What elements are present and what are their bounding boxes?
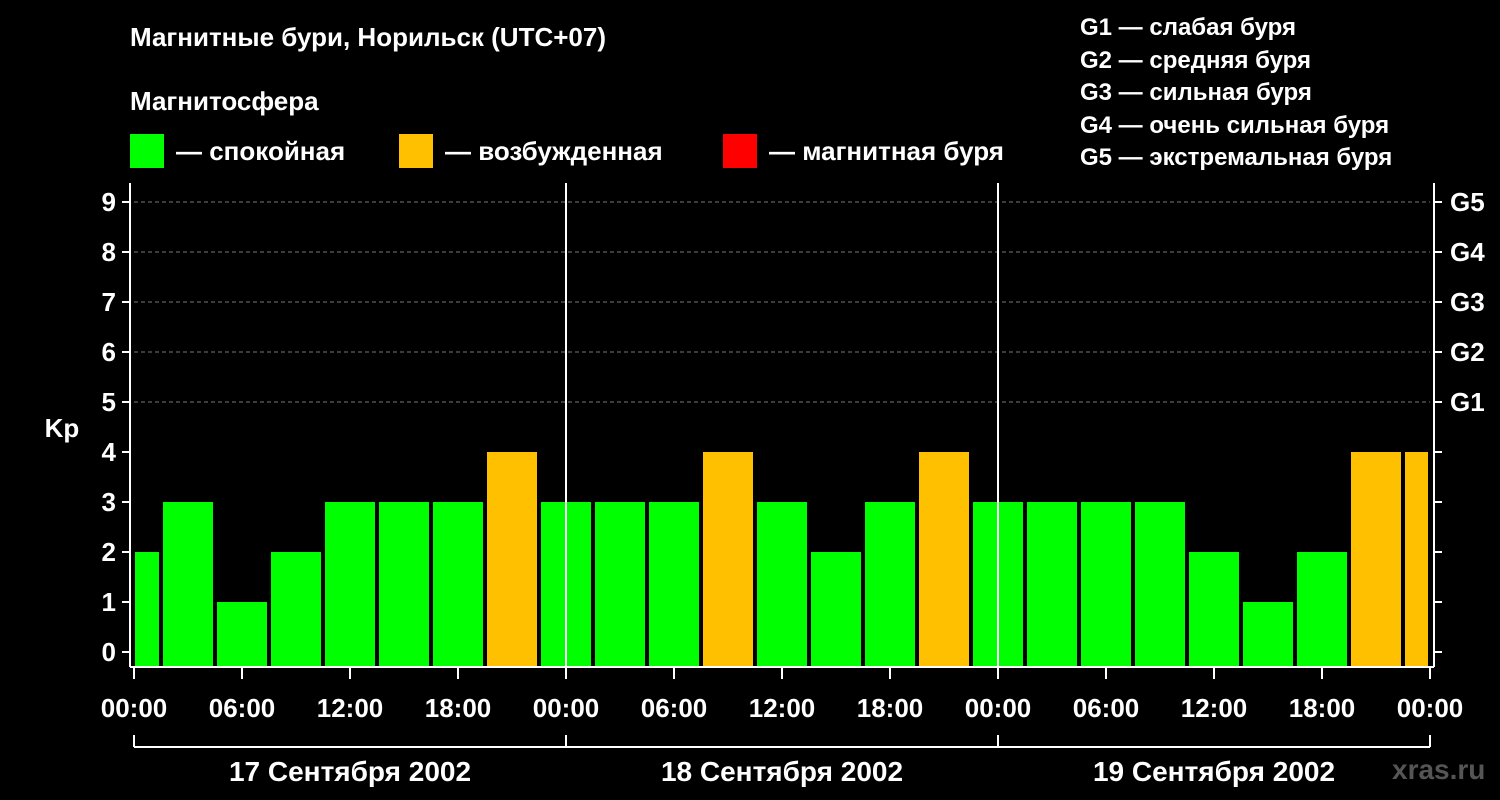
kp-bar (919, 452, 969, 667)
kp-bar (325, 502, 375, 667)
x-tick-label: 12:00 (749, 693, 816, 723)
y-axis-label: Kp (45, 413, 80, 443)
kp-bar (1405, 452, 1428, 667)
g-tick-label: G2 (1450, 337, 1485, 367)
day-label: 18 Сентября 2002 (661, 756, 903, 787)
kp-bar (649, 502, 699, 667)
y-tick-label: 3 (102, 487, 116, 517)
g-tick-label: G5 (1450, 187, 1485, 217)
kp-bar (163, 502, 213, 667)
watermark: xras.ru (1392, 754, 1486, 785)
kp-bar (379, 502, 429, 667)
y-tick-label: 6 (102, 337, 116, 367)
y-tick-label: 2 (102, 537, 116, 567)
kp-bar (757, 502, 807, 667)
x-tick-label: 12:00 (317, 693, 384, 723)
y-tick-label: 4 (102, 437, 117, 467)
kp-bar (217, 602, 267, 667)
kp-bar (595, 502, 645, 667)
kp-bar (811, 552, 861, 667)
kp-bar (865, 502, 915, 667)
kp-bar (1081, 502, 1131, 667)
x-tick-label: 06:00 (1073, 693, 1140, 723)
kp-bar (135, 552, 159, 667)
x-tick-label: 06:00 (209, 693, 276, 723)
kp-bar (1351, 452, 1401, 667)
y-tick-label: 8 (102, 237, 116, 267)
day-label: 19 Сентября 2002 (1093, 756, 1335, 787)
g-tick-label: G4 (1450, 237, 1485, 267)
kp-bar (1189, 552, 1239, 667)
y-tick-label: 7 (102, 287, 116, 317)
g-tick-label: G3 (1450, 287, 1485, 317)
kp-bar (271, 552, 321, 667)
y-tick-label: 0 (102, 637, 116, 667)
day-label: 17 Сентября 2002 (229, 756, 471, 787)
kp-bar (487, 452, 537, 667)
kp-bar (1135, 502, 1185, 667)
kp-bar (1297, 552, 1347, 667)
kp-bar (703, 452, 753, 667)
x-tick-label: 06:00 (641, 693, 708, 723)
y-tick-label: 1 (102, 587, 116, 617)
kp-bar (1243, 602, 1293, 667)
x-tick-label: 00:00 (533, 693, 600, 723)
kp-bar-chart: 0 1 2 3 4 5 6 7 8 9 G1 G2 G3 G4 G5 00:00 06:00 12:00 18:00… (45, 183, 1485, 787)
x-tick-label: 00:00 (1397, 693, 1464, 723)
x-tick-label: 18:00 (857, 693, 924, 723)
x-tick-label: 12:00 (1181, 693, 1248, 723)
kp-bar (1027, 502, 1077, 667)
x-tick-label: 18:00 (1289, 693, 1356, 723)
x-tick-label: 00:00 (965, 693, 1032, 723)
kp-bar (433, 502, 483, 667)
g-tick-label: G1 (1450, 387, 1485, 417)
x-tick-label: 18:00 (425, 693, 492, 723)
x-tick-label: 00:00 (101, 693, 168, 723)
y-tick-label: 9 (102, 187, 116, 217)
y-tick-label: 5 (102, 387, 116, 417)
